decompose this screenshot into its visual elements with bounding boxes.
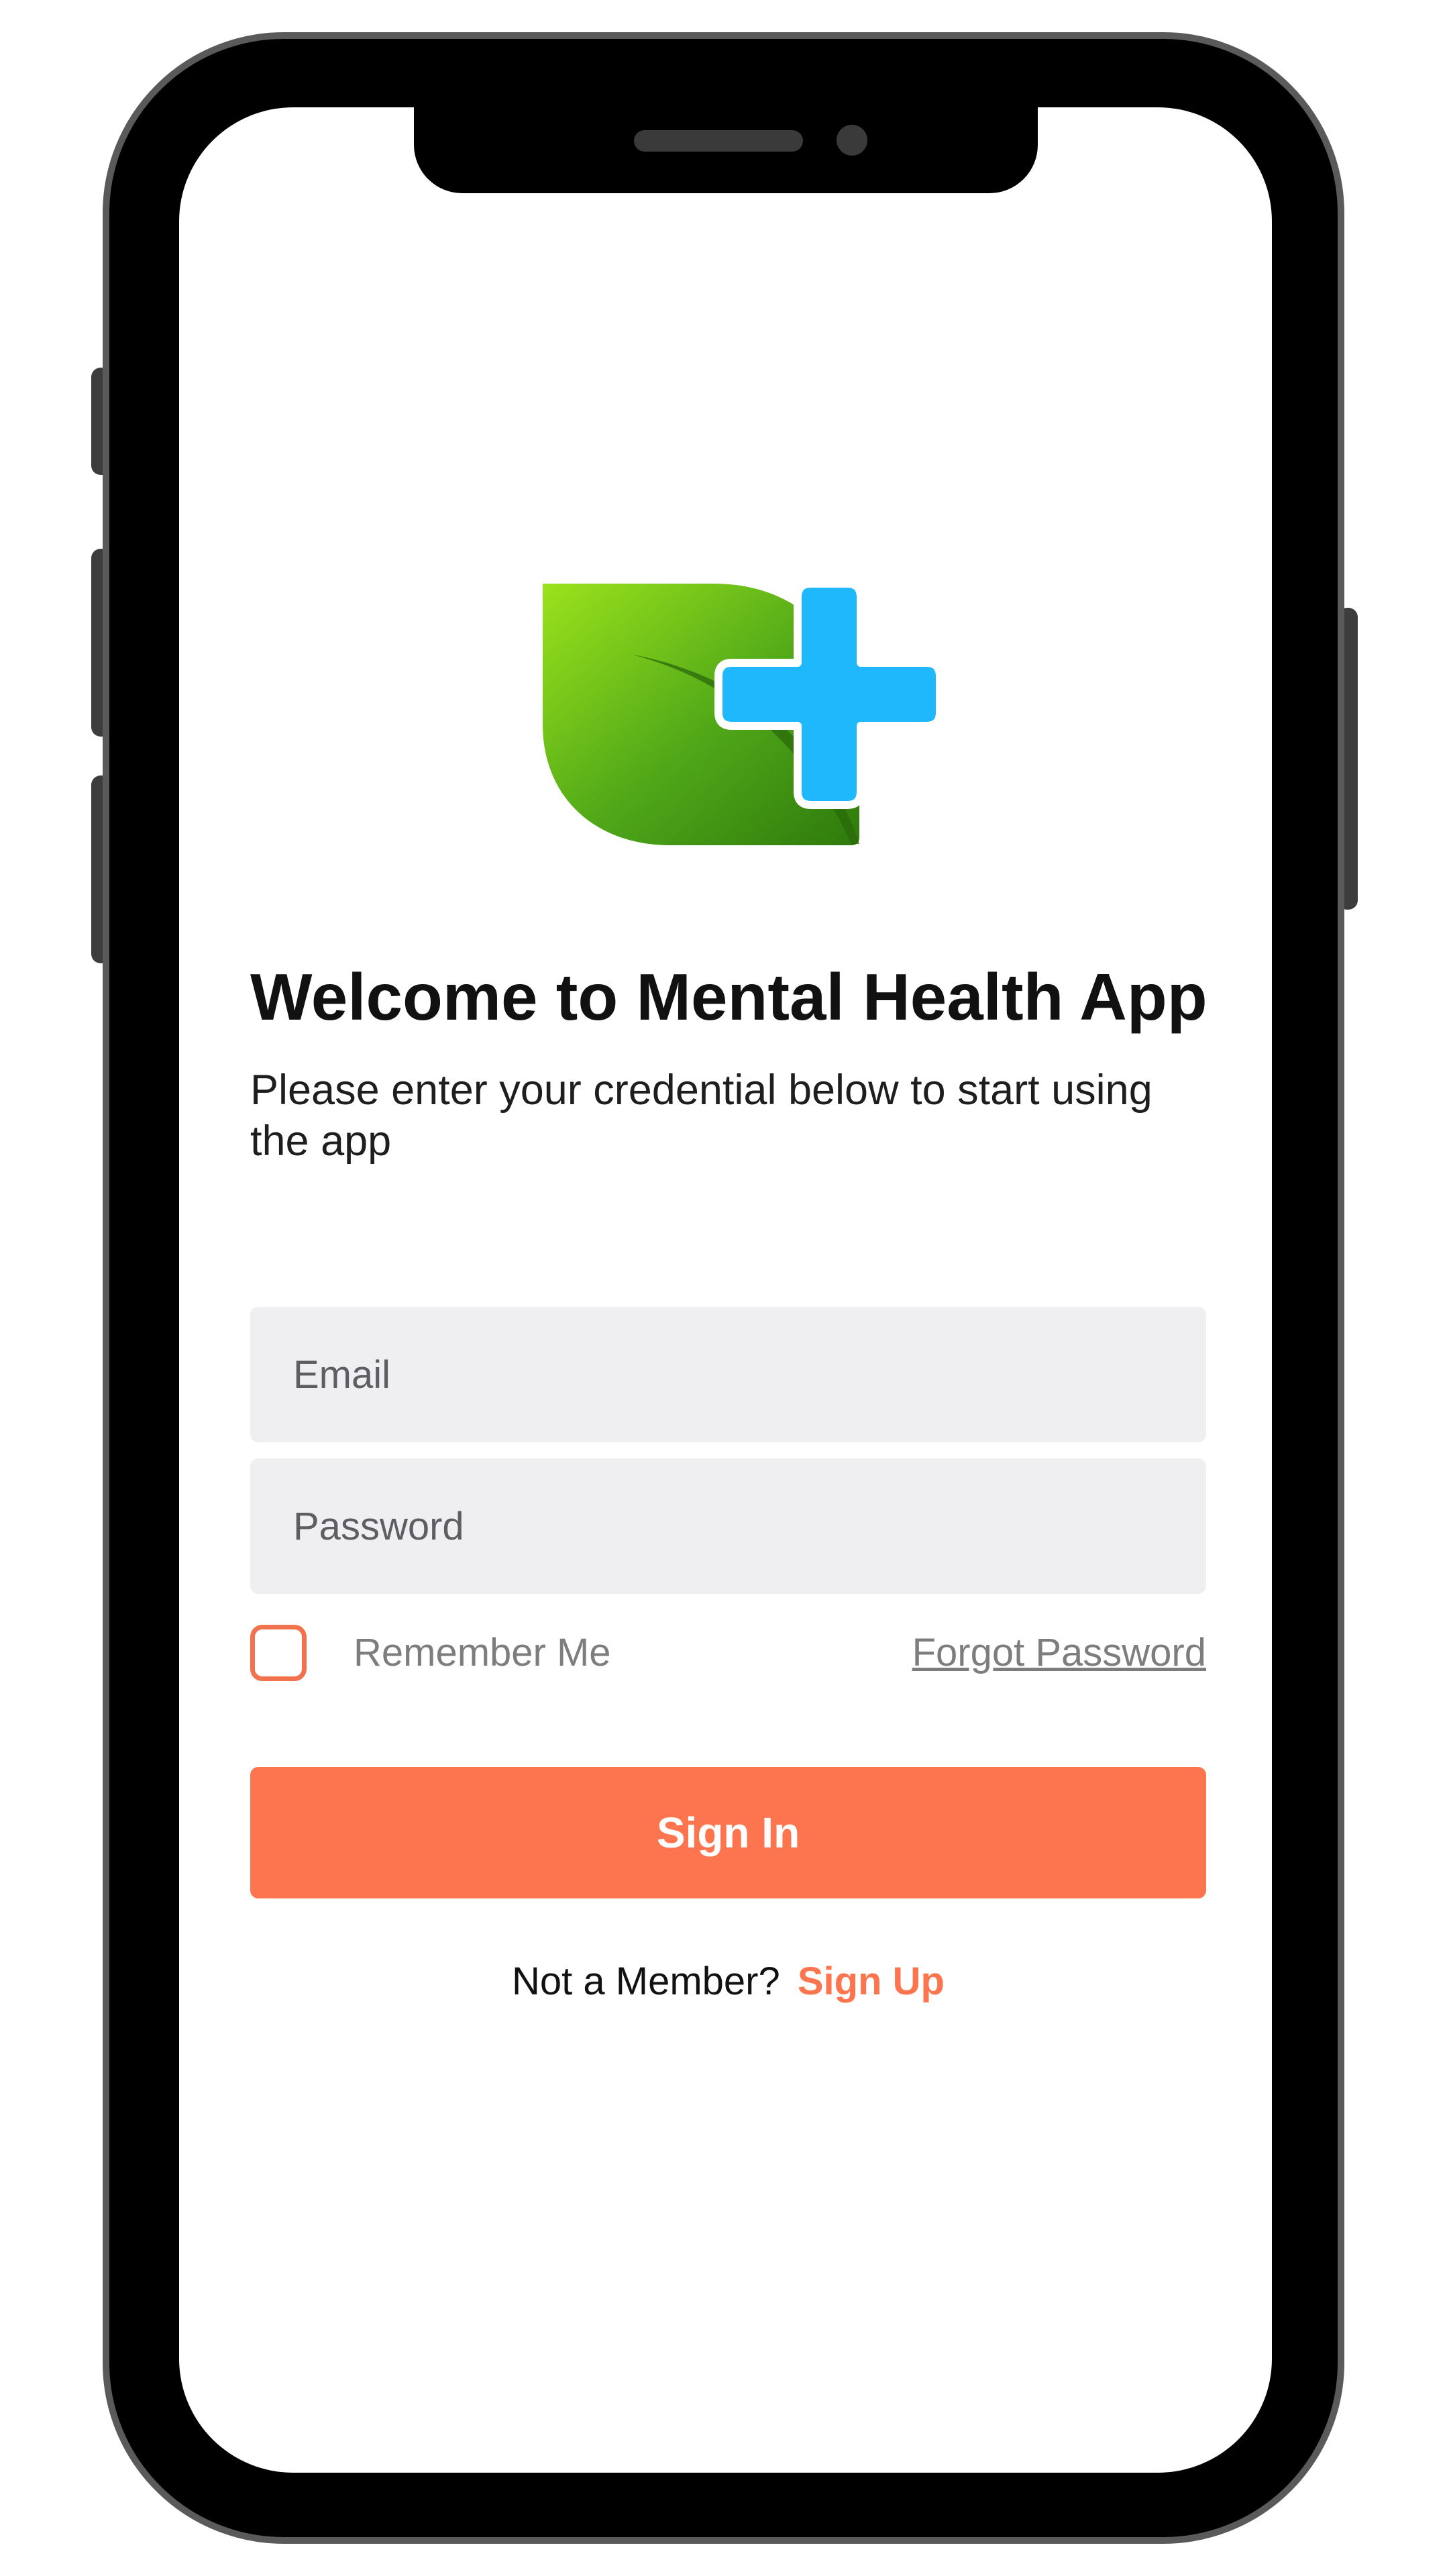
device-notch bbox=[414, 107, 1038, 193]
page-title: Welcome to Mental Health App bbox=[250, 960, 1208, 1034]
email-field[interactable] bbox=[250, 1307, 1206, 1442]
password-field[interactable] bbox=[250, 1458, 1206, 1594]
speaker-grille bbox=[634, 130, 803, 152]
sign-in-button[interactable]: Sign In bbox=[250, 1767, 1206, 1898]
page-subtitle: Please enter your credential below to st… bbox=[250, 1067, 1152, 1165]
sign-up-link[interactable]: Sign Up bbox=[798, 1960, 945, 2003]
remember-me-checkbox[interactable] bbox=[250, 1625, 307, 1681]
not-member-text: Not a Member? bbox=[512, 1960, 780, 2003]
front-camera bbox=[837, 125, 867, 156]
app-logo-icon bbox=[543, 580, 938, 845]
signup-prompt: Not a Member? Sign Up bbox=[250, 1959, 1206, 2004]
login-screen: Welcome to Mental Health App Please ente… bbox=[179, 107, 1272, 2473]
forgot-password-link[interactable]: Forgot Password bbox=[912, 1630, 1206, 1675]
remember-me-label[interactable]: Remember Me bbox=[354, 1630, 611, 1675]
remember-forgot-row: Remember Me Forgot Password bbox=[250, 1621, 1206, 1685]
